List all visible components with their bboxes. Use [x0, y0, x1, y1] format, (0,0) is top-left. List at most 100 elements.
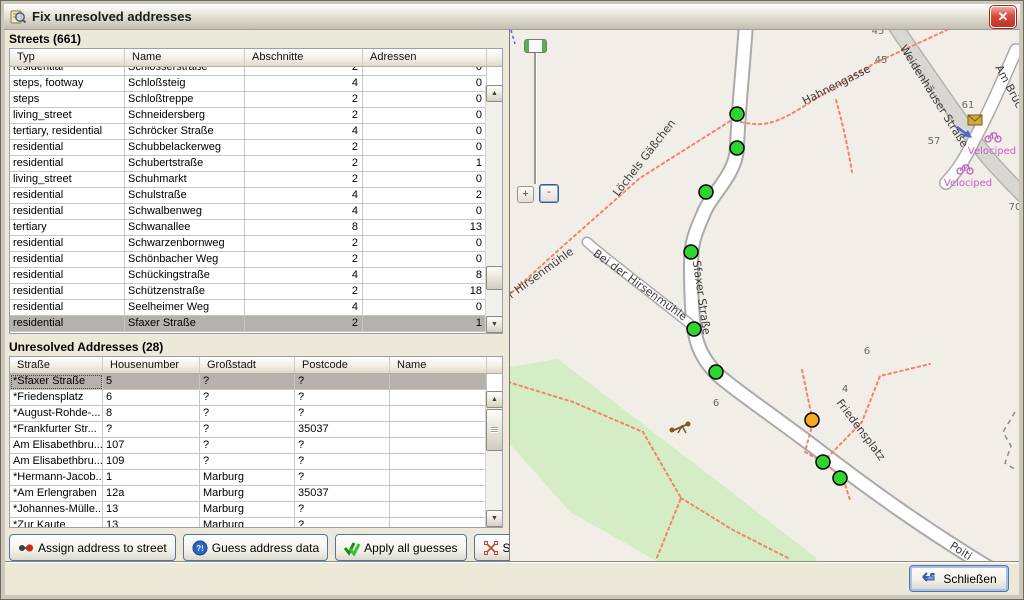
back-arrow-icon [921, 571, 937, 587]
table-row[interactable]: *Frankfurter Str...??35037 [10, 422, 485, 438]
column-header[interactable]: Straße [10, 357, 103, 373]
table-cell: ? [200, 406, 295, 422]
address-node-marker[interactable] [730, 107, 744, 121]
select-nodes-icon [483, 540, 499, 556]
table-cell: ? [200, 374, 295, 390]
streets-scroll-thumb[interactable] [486, 266, 502, 290]
table-cell: steps [10, 92, 125, 108]
titlebar[interactable]: Fix unresolved addresses ✕ [4, 4, 1020, 30]
column-header[interactable]: Housenumber [103, 357, 200, 373]
table-row[interactable]: tertiarySchwanallee813 [10, 220, 485, 236]
table-cell: 0 [363, 236, 487, 252]
table-row[interactable]: residentialSchlosserstraße20 [10, 67, 485, 76]
table-cell: living_street [10, 108, 125, 124]
table-row[interactable]: *Friedensplatz6?? [10, 390, 485, 406]
column-header[interactable]: Name [390, 357, 487, 373]
table-cell: *August-Rohde-... [10, 406, 103, 422]
table-row[interactable]: living_streetSchneidersberg20 [10, 108, 485, 124]
column-header[interactable]: Typ [10, 49, 125, 66]
address-node-marker[interactable] [805, 413, 819, 427]
table-cell: residential [10, 316, 125, 332]
address-node-marker[interactable] [816, 455, 830, 469]
guess-address-button[interactable]: ?! Guess address data [183, 534, 328, 561]
table-row[interactable]: *Sfaxer Straße5?? [10, 374, 485, 390]
table-row[interactable]: residentialSchwarzenbornweg20 [10, 236, 485, 252]
table-row[interactable]: residentialSfaxer Straße21 [10, 316, 485, 332]
table-cell: 0 [363, 67, 487, 76]
table-cell: Schloßsteig [125, 76, 245, 92]
table-row[interactable]: *Johannes-Mülle...13Marburg? [10, 502, 485, 518]
table-cell: residential [10, 156, 125, 172]
table-cell: 13 [103, 518, 200, 527]
table-cell: ? [295, 374, 390, 390]
table-cell: Schubbelackerweg [125, 140, 245, 156]
scroll-up-icon[interactable]: ▲ [486, 85, 502, 102]
table-cell: ? [200, 422, 295, 438]
table-row[interactable]: tertiary, residentialSchröcker Straße40 [10, 124, 485, 140]
table-row[interactable]: residentialSchönbacher Weg20 [10, 252, 485, 268]
table-cell: residential [10, 188, 125, 204]
house-number-label: 4 [842, 384, 848, 395]
addresses-table-body: *Sfaxer Straße5??*Friedensplatz6??*Augus… [10, 374, 502, 527]
map-zoom-slider[interactable] [534, 46, 537, 184]
table-row[interactable]: residentialSchützenstraße218 [10, 284, 485, 300]
address-node-marker[interactable] [730, 141, 744, 155]
scroll-down-icon[interactable]: ▼ [486, 510, 502, 527]
column-header[interactable]: Name [125, 49, 245, 66]
addresses-scroll-thumb[interactable] [486, 409, 502, 451]
table-cell: residential [10, 284, 125, 300]
table-cell: 2 [245, 252, 363, 268]
window-close-button[interactable]: ✕ [990, 6, 1016, 28]
table-cell: 0 [363, 92, 487, 108]
column-header[interactable]: Großstadt [200, 357, 295, 373]
zoom-in-button[interactable]: + [517, 186, 534, 203]
table-cell: 13 [103, 502, 200, 518]
table-row[interactable]: Am Elisabethbru...109?? [10, 454, 485, 470]
table-row[interactable]: stepsSchloßtreppe20 [10, 92, 485, 108]
table-cell: 4 [245, 204, 363, 220]
addresses-scrollbar[interactable]: ▲ ▼ [485, 391, 502, 527]
table-row[interactable]: residentialSchückingstraße48 [10, 268, 485, 284]
map-panel[interactable]: Löchels GäßchenHahnengasseWeidenhäuser S… [509, 30, 1019, 563]
table-row[interactable]: residentialSchubbelackerweg20 [10, 140, 485, 156]
table-row[interactable]: residentialSchwalbenweg40 [10, 204, 485, 220]
table-row[interactable]: living_streetSchuhmarkt20 [10, 172, 485, 188]
streets-scrollbar[interactable]: ▲ ▼ [485, 85, 502, 333]
column-header[interactable]: Abschnitte [245, 49, 363, 66]
table-row[interactable]: residentialSchulstraße42 [10, 188, 485, 204]
zoom-slider-handle[interactable] [524, 39, 547, 53]
table-cell: Schröcker Straße [125, 124, 245, 140]
column-header[interactable]: Adressen [363, 49, 487, 66]
apply-guesses-button[interactable]: Apply all guesses [335, 534, 466, 561]
addresses-table[interactable]: StraßeHousenumberGroßstadtPostcodeName *… [9, 356, 503, 528]
table-row[interactable]: residentialSchubertstraße21 [10, 156, 485, 172]
table-cell: residential [10, 252, 125, 268]
table-row[interactable]: *Zur Kaute13Marburg? [10, 518, 485, 527]
address-node-marker[interactable] [699, 185, 713, 199]
table-row[interactable]: *Am Erlengraben12aMarburg35037 [10, 486, 485, 502]
house-number-label: 6 [864, 346, 870, 357]
assign-address-button[interactable]: Assign address to street [9, 534, 176, 561]
streets-table[interactable]: TypNameAbschnitteAdressen residentialSch… [9, 48, 503, 334]
table-cell: ? [200, 438, 295, 454]
address-node-marker[interactable] [684, 245, 698, 259]
table-row[interactable]: *Hermann-Jacob...1Marburg? [10, 470, 485, 486]
table-cell: 2 [245, 156, 363, 172]
map-canvas[interactable]: Löchels GäßchenHahnengasseWeidenhäuser S… [510, 30, 1019, 563]
street-name-label: er Hirsenmühle [510, 245, 576, 305]
fix-addresses-dialog: Fix unresolved addresses ✕ Streets (661)… [0, 0, 1024, 600]
house-number-label: 57 [928, 136, 941, 147]
zoom-out-button[interactable]: - [539, 184, 559, 203]
address-node-marker[interactable] [709, 365, 723, 379]
close-dialog-button[interactable]: Schließen [909, 565, 1009, 592]
table-row[interactable]: residentialSeelheimer Weg40 [10, 300, 485, 316]
scroll-down-icon[interactable]: ▼ [486, 316, 502, 333]
table-row[interactable]: steps, footwaySchloßsteig40 [10, 76, 485, 92]
table-row[interactable]: *August-Rohde-...8?? [10, 406, 485, 422]
column-header[interactable]: Postcode [295, 357, 390, 373]
address-node-marker[interactable] [833, 471, 847, 485]
scroll-up-icon[interactable]: ▲ [486, 391, 502, 408]
table-row[interactable]: Am Elisabethbru...107?? [10, 438, 485, 454]
table-cell: 2 [245, 140, 363, 156]
svg-text:?!: ?! [196, 544, 204, 553]
